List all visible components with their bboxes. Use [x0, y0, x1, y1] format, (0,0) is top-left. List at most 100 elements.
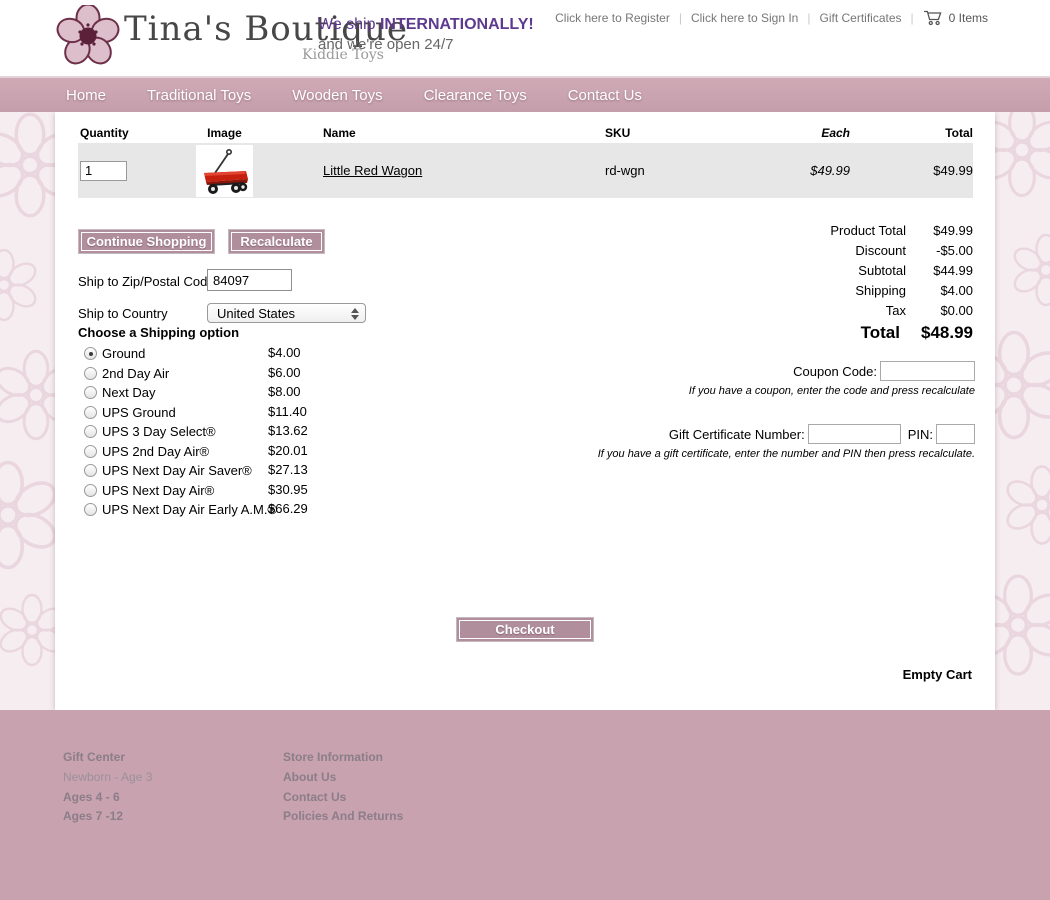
country-selected-value: United States — [217, 306, 295, 321]
option-label: Ground — [102, 346, 145, 361]
gift-certificate-label: Gift Certificate Number: — [669, 427, 805, 442]
option-label: UPS Next Day Air Early A.M.® — [102, 502, 277, 517]
separator: | — [807, 11, 810, 25]
shipping-option-ups-next-day-air: UPS Next Day Air® $30.95 — [78, 481, 378, 501]
col-header-each: Each — [738, 126, 850, 140]
total-row-shipping: Shipping $4.00 — [830, 280, 973, 300]
col-header-quantity: Quantity — [78, 126, 196, 140]
tagline-internationally: INTERNATIONALLY! — [380, 16, 534, 33]
radio-button[interactable] — [84, 406, 97, 419]
shipping-option-ups-next-day-air-saver: UPS Next Day Air Saver® $27.13 — [78, 461, 378, 481]
shipping-option-ups-2nd-day-air: UPS 2nd Day Air® $20.01 — [78, 442, 378, 462]
total-label: Subtotal — [858, 263, 906, 278]
radio-button[interactable] — [84, 464, 97, 477]
footer-link-ages-7-12[interactable]: Ages 7 -12 — [63, 809, 152, 829]
footer-heading-gift-center: Gift Center — [63, 750, 152, 770]
radio-button[interactable] — [84, 484, 97, 497]
nav-item-wooden-toys[interactable]: Wooden Toys — [292, 87, 382, 104]
separator: | — [911, 11, 914, 25]
nav-item-contact-us[interactable]: Contact Us — [568, 87, 642, 104]
nav-item-traditional-toys[interactable]: Traditional Toys — [147, 87, 251, 104]
option-price: $20.01 — [268, 443, 308, 458]
total-label: Product Total — [830, 223, 906, 238]
cart-content: Quantity Image Name SKU Each Total — [55, 112, 995, 710]
nav-item-clearance-toys[interactable]: Clearance Toys — [424, 87, 527, 104]
shipping-option-ups-next-day-air-early-am: UPS Next Day Air Early A.M.® $66.29 — [78, 500, 378, 520]
cart-icon — [923, 9, 943, 26]
col-header-total: Total — [850, 126, 973, 140]
ship-tagline: We ship INTERNATIONALLY! and we're open … — [318, 16, 534, 53]
empty-cart-link[interactable]: Empty Cart — [903, 667, 972, 682]
recalculate-button[interactable]: Recalculate — [228, 229, 325, 254]
radio-button[interactable] — [84, 503, 97, 516]
coupon-input[interactable] — [880, 361, 975, 381]
option-label: UPS Ground — [102, 405, 176, 420]
pin-input[interactable] — [936, 424, 975, 444]
total-price-cell: $49.99 — [850, 163, 973, 178]
cart-link[interactable]: 0 Items — [923, 9, 988, 26]
coupon-label: Coupon Code: — [793, 364, 877, 379]
footer-heading-store-information: Store Information — [283, 750, 403, 770]
each-price-cell: $49.99 — [738, 163, 850, 178]
option-label: UPS 3 Day Select® — [102, 424, 216, 439]
shipping-option-ups-3-day-select: UPS 3 Day Select® $13.62 — [78, 422, 378, 442]
option-price: $11.40 — [268, 404, 307, 419]
site-footer: Gift Center Newborn - Age 3 Ages 4 - 6 A… — [0, 710, 1050, 900]
main-nav: Home Traditional Toys Wooden Toys Cleara… — [0, 76, 1050, 112]
nav-item-home[interactable]: Home — [66, 87, 106, 104]
sku-cell: rd-wgn — [605, 163, 738, 178]
option-label: UPS Next Day Air® — [102, 483, 214, 498]
shipping-option-next-day: Next Day $8.00 — [78, 383, 378, 403]
tagline-line2: and we're open 24/7 — [318, 36, 534, 53]
option-label: 2nd Day Air — [102, 366, 169, 381]
radio-button[interactable] — [84, 347, 97, 360]
select-arrows-icon — [350, 307, 358, 321]
continue-shopping-button[interactable]: Continue Shopping — [78, 229, 215, 254]
checkout-button[interactable]: Checkout — [456, 617, 594, 642]
footer-link-ages-4-6[interactable]: Ages 4 - 6 — [63, 790, 152, 810]
grand-total-value: $48.99 — [900, 323, 973, 343]
footer-column-gift-center: Gift Center Newborn - Age 3 Ages 4 - 6 A… — [63, 750, 152, 829]
option-price: $4.00 — [268, 345, 301, 360]
red-wagon-image — [198, 147, 251, 195]
order-totals: Product Total $49.99 Discount -$5.00 Sub… — [830, 220, 973, 346]
footer-link-contact-us[interactable]: Contact Us — [283, 790, 403, 810]
footer-link-policies-and-returns[interactable]: Policies And Returns — [283, 809, 403, 829]
col-header-name: Name — [253, 126, 605, 140]
total-row-subtotal: Subtotal $44.99 — [830, 260, 973, 280]
account-links: Click here to Register | Click here to S… — [555, 9, 988, 26]
radio-button[interactable] — [84, 445, 97, 458]
cart-table-header: Quantity Image Name SKU Each Total — [78, 122, 973, 143]
site-header: Tina's Boutique Kiddie Toys We ship INTE… — [0, 0, 1050, 76]
product-thumbnail[interactable] — [196, 145, 253, 197]
register-link[interactable]: Click here to Register — [555, 11, 670, 25]
option-price: $6.00 — [268, 365, 301, 380]
gift-certificate-input[interactable] — [808, 424, 901, 444]
total-value: $49.99 — [906, 223, 973, 238]
radio-button[interactable] — [84, 367, 97, 380]
total-label: Discount — [855, 243, 906, 258]
footer-column-store-information: Store Information About Us Contact Us Po… — [283, 750, 403, 829]
product-name-link[interactable]: Little Red Wagon — [323, 163, 422, 178]
cart-item-row: Little Red Wagon rd-wgn $49.99 $49.99 — [78, 143, 973, 198]
footer-link-about-us[interactable]: About Us — [283, 770, 403, 790]
footer-link-newborn-age-3[interactable]: Newborn - Age 3 — [63, 770, 152, 790]
sign-in-link[interactable]: Click here to Sign In — [691, 11, 798, 25]
gift-certificates-link[interactable]: Gift Certificates — [819, 11, 901, 25]
gift-certificate-row: Gift Certificate Number: PIN: — [669, 424, 975, 444]
zip-input[interactable] — [207, 269, 292, 291]
cart-count: 0 Items — [949, 11, 988, 25]
quantity-input[interactable] — [80, 161, 127, 181]
cart-table: Quantity Image Name SKU Each Total — [78, 122, 973, 198]
country-select[interactable]: United States — [207, 303, 366, 323]
option-label: Next Day — [102, 385, 155, 400]
image-cell — [196, 145, 253, 197]
radio-button[interactable] — [84, 386, 97, 399]
radio-button[interactable] — [84, 425, 97, 438]
zip-label: Ship to Zip/Postal Code — [78, 274, 215, 289]
col-header-image: Image — [196, 126, 253, 140]
option-label: UPS Next Day Air Saver® — [102, 463, 252, 478]
shipping-options-heading: Choose a Shipping option — [78, 325, 239, 340]
coupon-note: If you have a coupon, enter the code and… — [689, 385, 975, 397]
option-price: $30.95 — [268, 482, 308, 497]
